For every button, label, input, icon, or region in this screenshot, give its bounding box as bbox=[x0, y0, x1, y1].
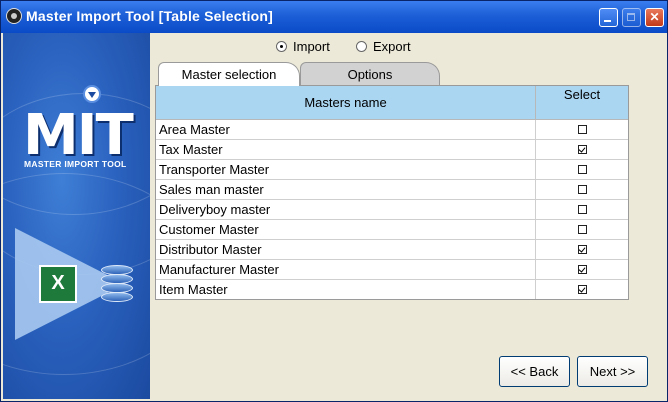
master-name-cell: Distributor Master bbox=[156, 240, 536, 259]
checkbox-checked[interactable] bbox=[578, 265, 587, 274]
column-header-masters-name[interactable]: Masters name bbox=[156, 86, 536, 119]
logo-caption: MASTER IMPORT TOOL bbox=[24, 159, 127, 169]
next-button[interactable]: Next >> bbox=[577, 356, 648, 387]
minimize-button[interactable] bbox=[599, 8, 618, 27]
column-header-select[interactable]: Select bbox=[536, 86, 628, 119]
select-cell bbox=[536, 220, 628, 239]
master-name-cell: Tax Master bbox=[156, 140, 536, 159]
tab-options[interactable]: Options bbox=[300, 62, 440, 86]
master-name-cell: Area Master bbox=[156, 120, 536, 139]
select-cell bbox=[536, 280, 628, 299]
checkbox-checked[interactable] bbox=[578, 245, 587, 254]
select-cell bbox=[536, 140, 628, 159]
master-name-cell: Item Master bbox=[156, 280, 536, 299]
table-row[interactable]: Transporter Master bbox=[156, 160, 628, 180]
checkbox-checked[interactable] bbox=[578, 145, 587, 154]
master-name-cell: Customer Master bbox=[156, 220, 536, 239]
table-row[interactable]: Tax Master bbox=[156, 140, 628, 160]
select-cell bbox=[536, 160, 628, 179]
table-row[interactable]: Manufacturer Master bbox=[156, 260, 628, 280]
checkbox-unchecked[interactable] bbox=[578, 185, 587, 194]
select-cell bbox=[536, 200, 628, 219]
table-row[interactable]: Area Master bbox=[156, 120, 628, 140]
checkbox-unchecked[interactable] bbox=[578, 125, 587, 134]
table-row[interactable]: Customer Master bbox=[156, 220, 628, 240]
app-icon[interactable] bbox=[6, 8, 22, 24]
table-row[interactable]: Deliveryboy master bbox=[156, 200, 628, 220]
export-radio[interactable]: Export bbox=[356, 39, 411, 54]
select-cell bbox=[536, 120, 628, 139]
radio-checked-icon[interactable] bbox=[276, 41, 287, 52]
master-name-cell: Deliveryboy master bbox=[156, 200, 536, 219]
window-title: Master Import Tool [Table Selection] bbox=[26, 8, 274, 24]
table-row[interactable]: Distributor Master bbox=[156, 240, 628, 260]
excel-icon: X bbox=[39, 265, 77, 303]
logo-badge-icon bbox=[83, 85, 101, 103]
checkbox-unchecked[interactable] bbox=[578, 205, 587, 214]
import-radio-label: Import bbox=[293, 39, 330, 54]
export-radio-label: Export bbox=[373, 39, 411, 54]
database-icon bbox=[101, 265, 133, 302]
main-panel: Import Export Master selection Options M… bbox=[151, 33, 666, 399]
checkbox-unchecked[interactable] bbox=[578, 165, 587, 174]
tab-master-selection[interactable]: Master selection bbox=[158, 62, 300, 86]
checkbox-unchecked[interactable] bbox=[578, 225, 587, 234]
close-button[interactable]: ✕ bbox=[645, 8, 664, 27]
select-cell bbox=[536, 240, 628, 259]
select-cell bbox=[536, 180, 628, 199]
master-name-cell: Sales man master bbox=[156, 180, 536, 199]
app-window: Master Import Tool [Table Selection] ✕ M… bbox=[0, 0, 668, 402]
table-row[interactable]: Item Master bbox=[156, 280, 628, 299]
maximize-button[interactable] bbox=[622, 8, 641, 27]
table-row[interactable]: Sales man master bbox=[156, 180, 628, 200]
table-header: Masters name Select bbox=[156, 86, 628, 120]
select-cell bbox=[536, 260, 628, 279]
radio-unchecked-icon[interactable] bbox=[356, 41, 367, 52]
checkbox-checked[interactable] bbox=[578, 285, 587, 294]
masters-table: Masters name Select Area Master Tax Maste… bbox=[155, 85, 629, 300]
sidebar-banner: MIT MASTER IMPORT TOOL X bbox=[3, 33, 150, 399]
title-bar[interactable]: Master Import Tool [Table Selection] ✕ bbox=[1, 1, 667, 33]
table-body: Area Master Tax Master Transporter Master S… bbox=[156, 120, 628, 299]
back-button[interactable]: << Back bbox=[499, 356, 570, 387]
import-radio[interactable]: Import bbox=[276, 39, 330, 54]
master-name-cell: Manufacturer Master bbox=[156, 260, 536, 279]
master-name-cell: Transporter Master bbox=[156, 160, 536, 179]
